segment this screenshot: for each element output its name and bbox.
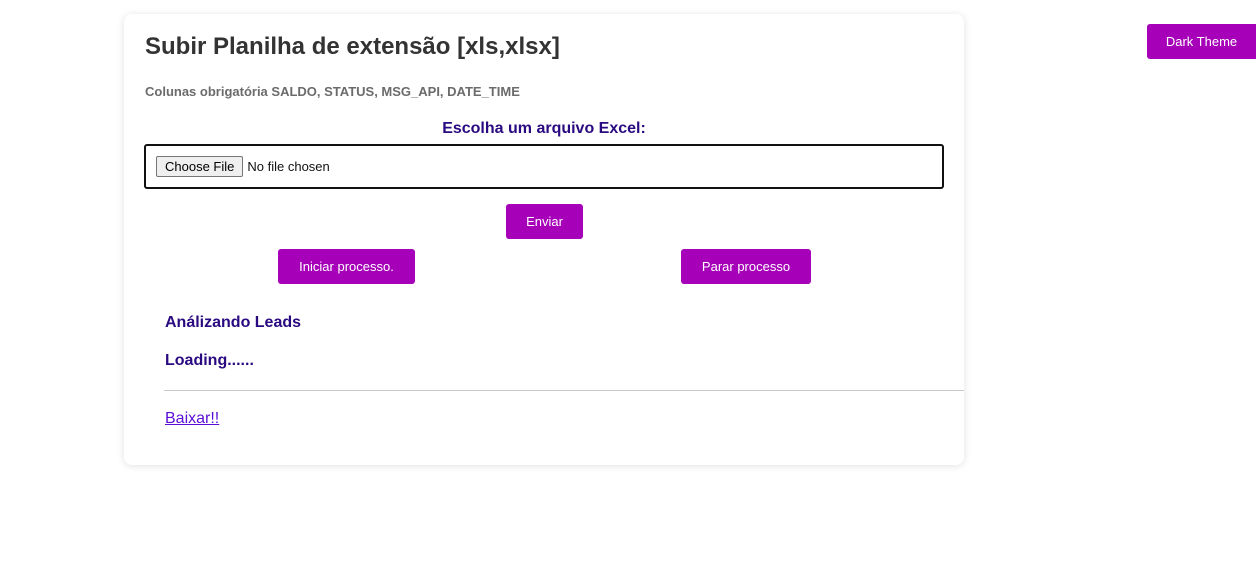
stop-process-button[interactable]: Parar processo [681,249,811,284]
upload-card: Subir Planilha de extensão [xls,xlsx] Co… [124,14,964,465]
send-button[interactable]: Enviar [506,204,583,239]
file-input[interactable]: Choose File No file chosen [144,144,944,189]
analyzing-status: Análizando Leads [165,314,302,331]
file-status-text: No file chosen [247,159,330,174]
file-input-label: Escolha um arquivo Excel: [442,120,646,137]
choose-file-button[interactable]: Choose File [156,156,244,177]
start-process-button[interactable]: Iniciar processo. [278,249,415,284]
download-link[interactable]: Baixar!! [165,410,219,428]
page-title: Subir Planilha de extensão [xls,xlsx] [145,33,560,60]
dark-theme-button[interactable]: Dark Theme [1147,24,1256,59]
divider [164,390,964,391]
loading-status: Loading...... [165,352,254,369]
required-columns-note: Colunas obrigatória SALDO, STATUS, MSG_A… [145,84,520,99]
